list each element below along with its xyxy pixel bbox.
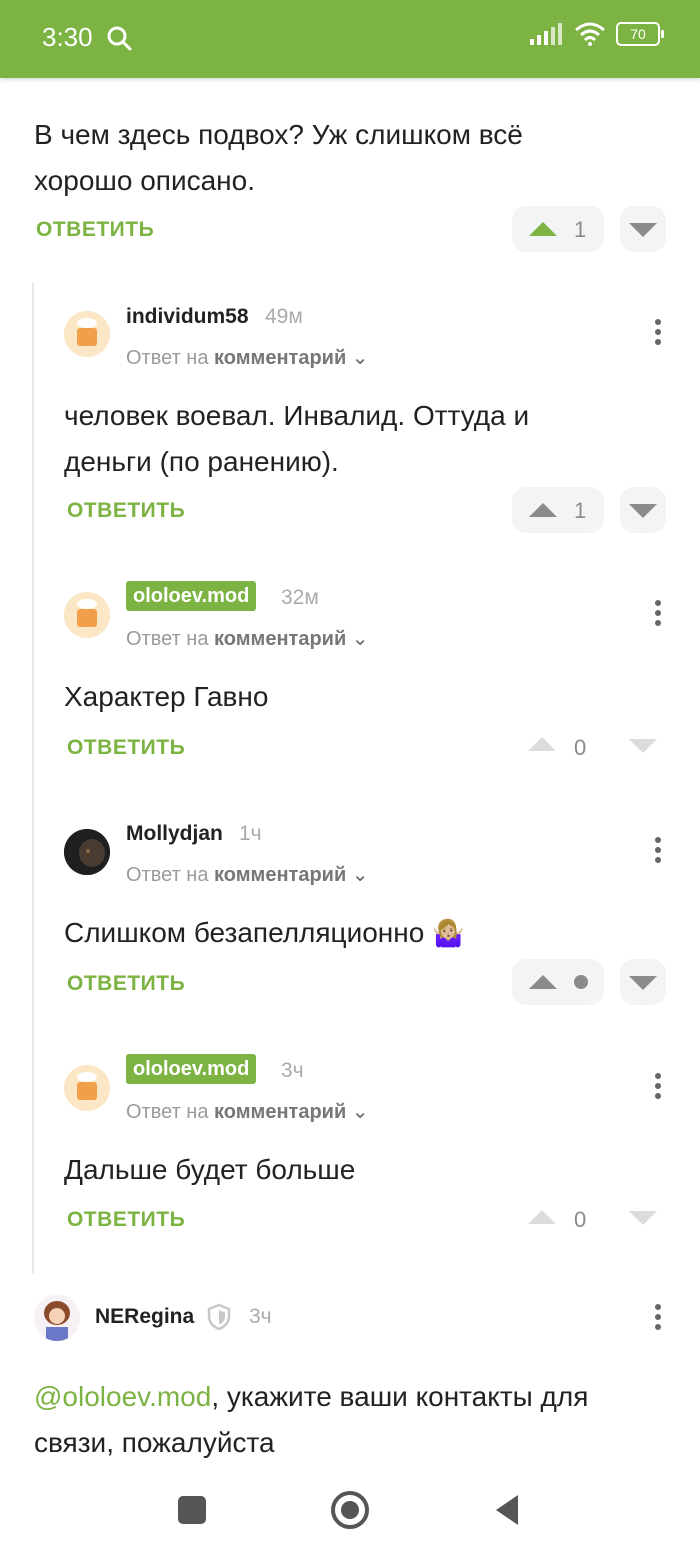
reply-to-target: комментарий xyxy=(214,628,347,650)
chevron-down-icon: ⌄ xyxy=(346,628,369,650)
avatar-image xyxy=(64,592,110,638)
upvote-button[interactable]: 1 xyxy=(512,206,604,252)
battery-icon: 70 xyxy=(616,22,664,46)
more-options-icon[interactable] xyxy=(655,837,663,867)
back-button[interactable] xyxy=(492,1493,522,1527)
comment-text-line: Дальше будет больше xyxy=(64,1154,356,1185)
upvote-button[interactable] xyxy=(512,959,604,1005)
downvote-icon xyxy=(629,976,657,990)
upvote-icon xyxy=(529,222,557,236)
thread-line xyxy=(32,283,34,1273)
comment-text: Слишком безапелляционно 🤷🏼‍♀️ xyxy=(64,910,464,956)
downvote-button[interactable] xyxy=(620,206,666,252)
username[interactable]: ololoev.mod xyxy=(126,581,257,611)
upvote-icon xyxy=(529,503,557,517)
comment-score: 0 xyxy=(574,1207,587,1232)
comment-score: 1 xyxy=(574,498,587,523)
avatar[interactable] xyxy=(64,311,110,357)
comment-text-line: В чем здесь подвох? Уж слишком всё xyxy=(34,119,523,150)
downvote-button[interactable] xyxy=(620,487,666,533)
status-bar: 3:30 70 xyxy=(0,0,700,78)
comment-text-line: хорошо описано. xyxy=(34,165,255,196)
comment-text-line: Характер Гавно xyxy=(64,681,269,712)
comment-text-rest: , укажите ваши контакты для xyxy=(211,1381,589,1412)
downvote-icon[interactable] xyxy=(629,739,657,753)
shrug-emoji: 🤷🏼‍♀️ xyxy=(432,918,465,948)
comment-text: человек воевал. Инвалид. Оттуда и деньги… xyxy=(64,393,529,485)
avatar-image xyxy=(34,1295,80,1341)
more-options-icon[interactable] xyxy=(655,1073,663,1103)
downvote-button[interactable] xyxy=(620,959,666,1005)
comment-time: 3ч xyxy=(281,1059,304,1082)
avatar-image xyxy=(64,1065,110,1111)
downvote-icon xyxy=(629,504,657,518)
more-options-icon[interactable] xyxy=(655,1304,663,1334)
reply-to-prefix: Ответ на xyxy=(126,628,209,650)
comment-text-line: Слишком безапелляционно xyxy=(64,917,425,948)
upvote-icon[interactable] xyxy=(528,1210,556,1224)
chevron-down-icon: ⌄ xyxy=(346,347,369,369)
avatar[interactable] xyxy=(34,1295,80,1341)
avatar[interactable] xyxy=(64,1065,110,1111)
reply-button[interactable]: ОТВЕТИТЬ xyxy=(67,736,185,760)
downvote-icon[interactable] xyxy=(629,1211,657,1225)
comment-text-line: связи, пожалуйста xyxy=(34,1427,275,1458)
comment-time: 3ч xyxy=(249,1305,272,1328)
reply-button[interactable]: ОТВЕТИТЬ xyxy=(67,972,185,996)
avatar[interactable] xyxy=(64,829,110,875)
comment-time: 49м xyxy=(265,305,303,328)
comment-score: 0 xyxy=(574,735,587,760)
more-options-icon[interactable] xyxy=(655,600,663,630)
reply-to-prefix: Ответ на xyxy=(126,1101,209,1123)
avatar[interactable] xyxy=(64,592,110,638)
search-icon[interactable] xyxy=(106,25,132,51)
username[interactable]: ololoev.mod xyxy=(126,1054,257,1084)
avatar-image xyxy=(64,829,110,875)
shield-icon xyxy=(207,1303,231,1331)
recents-button[interactable] xyxy=(178,1496,206,1524)
home-button[interactable] xyxy=(330,1490,370,1530)
reply-button[interactable]: ОТВЕТИТЬ xyxy=(67,1208,185,1232)
comment-time: 32м xyxy=(281,586,319,609)
downvote-icon xyxy=(629,223,657,237)
reply-to-link[interactable]: Ответ на комментарий ⌄ xyxy=(126,345,369,370)
upvote-icon[interactable] xyxy=(528,737,556,751)
reply-to-target: комментарий xyxy=(214,347,347,369)
hidden-score-icon xyxy=(574,975,588,989)
comment-text: @ololoev.mod, укажите ваши контакты для … xyxy=(34,1374,588,1466)
comment-time: 1ч xyxy=(239,822,262,845)
comment-text: В чем здесь подвох? Уж слишком всё хорош… xyxy=(34,112,523,204)
reply-to-target: комментарий xyxy=(214,864,347,886)
username[interactable]: individum58 xyxy=(126,305,249,329)
signal-icon xyxy=(530,23,562,45)
comment-score: 1 xyxy=(574,217,587,242)
reply-to-link[interactable]: Ответ на комментарий ⌄ xyxy=(126,1099,369,1124)
system-nav-bar xyxy=(0,1466,700,1556)
comment-text-line: деньги (по ранению). xyxy=(64,446,339,477)
wifi-icon xyxy=(575,22,605,46)
username[interactable]: NERegina xyxy=(95,1305,194,1329)
reply-to-prefix: Ответ на xyxy=(126,864,209,886)
comment-text-line: @ololoev.mod, укажите ваши контакты для xyxy=(34,1374,588,1420)
mention-link[interactable]: @ololoev.mod xyxy=(34,1381,211,1412)
username[interactable]: Mollydjan xyxy=(126,822,223,846)
reply-button[interactable]: ОТВЕТИТЬ xyxy=(36,218,154,242)
status-time: 3:30 xyxy=(42,22,93,52)
comment-text: Характер Гавно xyxy=(64,674,268,720)
upvote-button[interactable]: 1 xyxy=(512,487,604,533)
chevron-down-icon: ⌄ xyxy=(346,1101,369,1123)
reply-to-link[interactable]: Ответ на комментарий ⌄ xyxy=(126,862,369,887)
more-options-icon[interactable] xyxy=(655,319,663,349)
reply-to-link[interactable]: Ответ на комментарий ⌄ xyxy=(126,626,369,651)
reply-button[interactable]: ОТВЕТИТЬ xyxy=(67,499,185,523)
avatar-image xyxy=(64,311,110,357)
comment-text-line: человек воевал. Инвалид. Оттуда и xyxy=(64,400,530,431)
chevron-down-icon: ⌄ xyxy=(346,864,369,886)
reply-to-target: комментарий xyxy=(214,1101,347,1123)
upvote-icon xyxy=(529,975,557,989)
comment-text: Дальше будет больше xyxy=(64,1147,355,1193)
reply-to-prefix: Ответ на xyxy=(126,347,209,369)
